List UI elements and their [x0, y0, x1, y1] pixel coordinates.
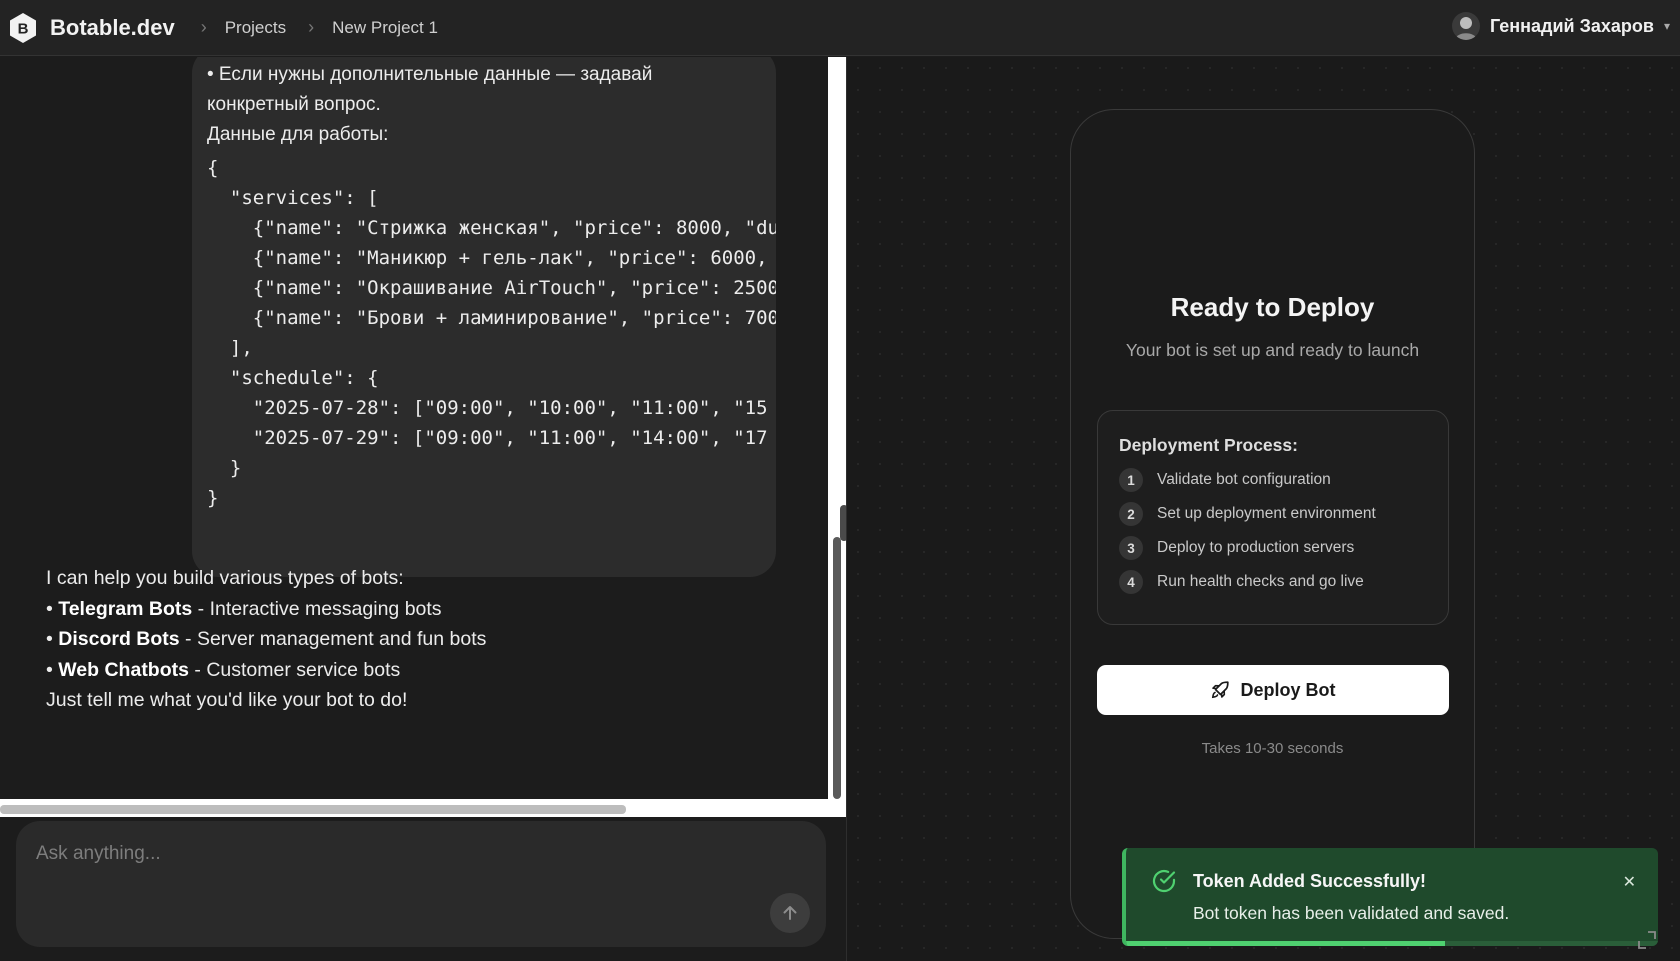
user-message-bubble: • Если нужны дополнительные данные — зад…: [192, 57, 776, 577]
success-toast: Token Added Successfully! Bot token has …: [1122, 848, 1658, 946]
code-line: }: [207, 487, 219, 509]
close-icon[interactable]: ✕: [1623, 872, 1636, 892]
bot-type-desc: - Server management and fun bots: [179, 628, 487, 650]
brand[interactable]: B Botable.dev: [8, 12, 175, 44]
toast-message: Bot token has been validated and saved.: [1193, 903, 1510, 923]
code-line: {"name": "Брови + ламинирование", "price…: [207, 307, 776, 329]
toast-progress-bar: [1126, 941, 1446, 946]
message-line: Данные для работы:: [207, 124, 389, 145]
code-line: "schedule": {: [207, 367, 379, 389]
breadcrumb-current-project[interactable]: New Project 1: [332, 18, 438, 38]
bot-type-item: • Telegram Bots - Interactive messaging …: [46, 594, 786, 625]
code-line: ],: [207, 337, 253, 359]
page-title: Ready to Deploy: [1170, 292, 1375, 322]
chevron-right-icon: ›: [308, 17, 315, 37]
arrow-up-icon: [783, 906, 797, 920]
step-label: Set up deployment environment: [1157, 505, 1376, 522]
code-line: {"name": "Маникюр + гель-лак", "price": …: [207, 247, 768, 269]
horizontal-scrollbar-thumb[interactable]: [0, 805, 626, 814]
user-name: Геннадий Захаров: [1489, 15, 1654, 36]
chevron-right-icon: ›: [200, 17, 207, 37]
process-step: 1 Validate bot configuration: [1119, 468, 1331, 492]
process-step: 2 Set up deployment environment: [1119, 502, 1376, 526]
step-number: 2: [1119, 502, 1143, 526]
deployment-process-card: Deployment Process: 1 Validate bot confi…: [1097, 410, 1449, 625]
bullet: •: [46, 658, 59, 681]
step-number: 1: [1119, 468, 1143, 492]
code-line: "2025-07-29": ["09:00", "11:00", "14:00"…: [207, 427, 768, 449]
chat-panel: • Если нужны дополнительные данные — зад…: [0, 57, 848, 961]
toast-title: Token Added Successfully!: [1193, 871, 1427, 891]
chevron-down-icon: ▾: [1663, 19, 1670, 33]
bot-type-name: Telegram Bots: [58, 597, 193, 620]
step-number: 3: [1119, 536, 1143, 560]
vertical-scrollbar-thumb[interactable]: [833, 537, 841, 799]
process-step: 3 Deploy to production servers: [1119, 536, 1354, 560]
user-menu[interactable]: Геннадий Захаров ▾: [1451, 0, 1670, 52]
step-number: 4: [1119, 570, 1143, 594]
bot-type-item: • Discord Bots - Server management and f…: [46, 624, 786, 655]
breadcrumb-projects[interactable]: Projects: [225, 18, 286, 38]
top-bar: B Botable.dev › Projects › New Project 1…: [0, 0, 1680, 56]
assistant-outro: Just tell me what you'd like your bot to…: [46, 689, 408, 711]
deploy-button-label: Deploy Bot: [1240, 679, 1336, 700]
chat-composer: [16, 821, 826, 947]
bot-preview-panel: Ready to Deploy Your bot is set up and r…: [846, 57, 1680, 961]
deploy-duration-note: Takes 10-30 seconds: [1201, 740, 1344, 757]
code-line: {"name": "Окрашивание AirTouch", "price"…: [207, 277, 776, 299]
rocket-icon: [1212, 681, 1230, 699]
check-circle-icon: [1151, 868, 1177, 899]
bullet: •: [46, 628, 59, 650]
bot-type-desc: - Customer service bots: [188, 658, 401, 681]
assistant-message: I can help you build various types of bo…: [46, 563, 786, 716]
step-label: Validate bot configuration: [1157, 471, 1331, 488]
assistant-intro: I can help you build various types of bo…: [46, 567, 404, 589]
avatar: [1451, 12, 1480, 40]
message-line: • Если нужны дополнительные данные — зад…: [207, 64, 653, 85]
code-line: {"name": "Стрижка женская", "price": 800…: [207, 217, 776, 239]
bot-type-desc: - Interactive messaging bots: [192, 597, 442, 620]
chat-input[interactable]: [36, 839, 736, 869]
botable-logo-icon: B: [8, 12, 38, 44]
svg-text:B: B: [18, 20, 29, 37]
send-button[interactable]: [770, 893, 810, 933]
chat-messages[interactable]: • Если нужны дополнительные данные — зад…: [0, 57, 828, 799]
step-label: Run health checks and go live: [1157, 573, 1364, 590]
step-label: Deploy to production servers: [1157, 539, 1355, 556]
code-line: {: [207, 157, 219, 179]
device-frame: Ready to Deploy Your bot is set up and r…: [1070, 109, 1475, 939]
process-step: 4 Run health checks and go live: [1119, 570, 1364, 594]
bot-type-name: Discord Bots: [58, 628, 180, 650]
code-line: }: [207, 457, 242, 479]
code-line: "2025-07-28": ["09:00", "10:00", "11:00"…: [207, 397, 768, 419]
message-line: конкретный вопрос.: [207, 94, 381, 115]
bot-type-name: Web Chatbots: [58, 658, 189, 681]
expand-icon[interactable]: [1636, 929, 1658, 956]
bot-type-item: • Web Chatbots - Customer service bots: [46, 655, 786, 686]
deploy-bot-button[interactable]: Deploy Bot: [1097, 665, 1449, 715]
process-title: Deployment Process:: [1119, 435, 1298, 455]
bullet: •: [46, 597, 59, 620]
page-subtitle: Your bot is set up and ready to launch: [1125, 340, 1420, 360]
code-line: "services": [: [207, 187, 379, 209]
brand-name: Botable.dev: [50, 14, 175, 40]
